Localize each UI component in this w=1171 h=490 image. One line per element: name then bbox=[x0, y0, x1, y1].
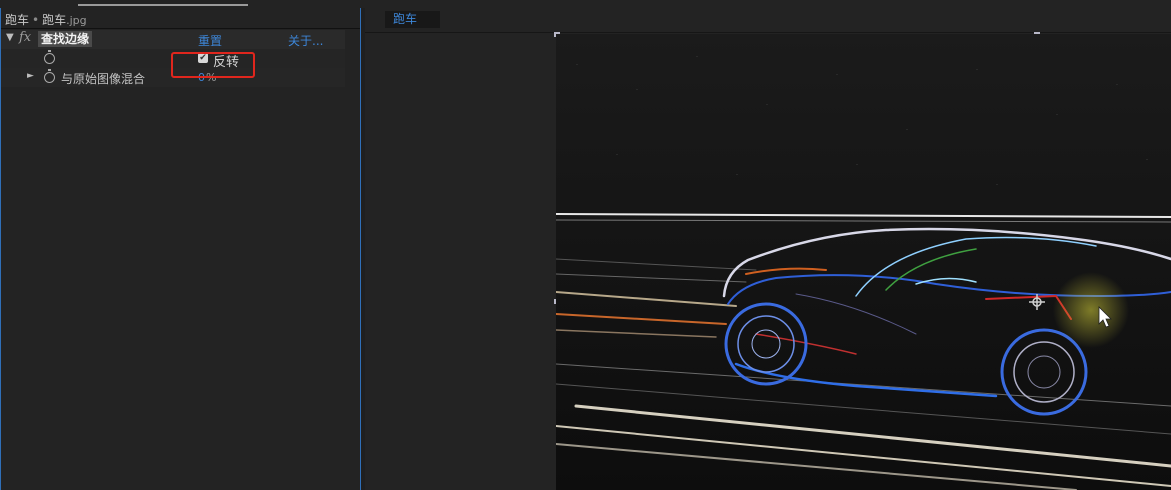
separator-dot: • bbox=[32, 13, 40, 27]
find-edges-car-image bbox=[556, 34, 1171, 490]
effect-row-find-edges[interactable]: ▼ fx 查找边缘 重置 关于... bbox=[0, 30, 345, 49]
stopwatch-icon[interactable] bbox=[44, 69, 55, 83]
source-name: 跑车 bbox=[42, 13, 67, 27]
fx-icon[interactable]: fx bbox=[19, 30, 31, 45]
layer-name: 跑车 bbox=[5, 13, 30, 27]
invert-highlight-box bbox=[171, 52, 255, 78]
tab-composition[interactable]: 跑车 bbox=[385, 11, 440, 28]
source-extension: .jpg bbox=[66, 14, 87, 27]
effect-name[interactable]: 查找边缘 bbox=[38, 31, 93, 47]
twirl-down-icon[interactable]: ▼ bbox=[6, 32, 14, 43]
header-divider bbox=[0, 28, 360, 29]
reset-link[interactable]: 重置 bbox=[198, 32, 222, 49]
about-link[interactable]: 关于... bbox=[288, 32, 323, 49]
layer-header: 跑车 • 跑车.jpg bbox=[5, 12, 87, 28]
effect-controls-panel: 跑车 • 跑车.jpg ▼ fx 查找边缘 重置 关于... ✔ 反转 ► 与原始图… bbox=[0, 8, 361, 490]
composition-viewer[interactable] bbox=[556, 34, 1171, 490]
blend-label: 与原始图像混合 bbox=[61, 72, 146, 86]
stopwatch-icon[interactable] bbox=[44, 50, 55, 64]
twirl-right-icon[interactable]: ► bbox=[27, 71, 34, 81]
panel-focus-edge bbox=[0, 8, 1, 490]
active-tab-underline bbox=[78, 4, 248, 6]
composition-divider bbox=[365, 32, 1171, 33]
